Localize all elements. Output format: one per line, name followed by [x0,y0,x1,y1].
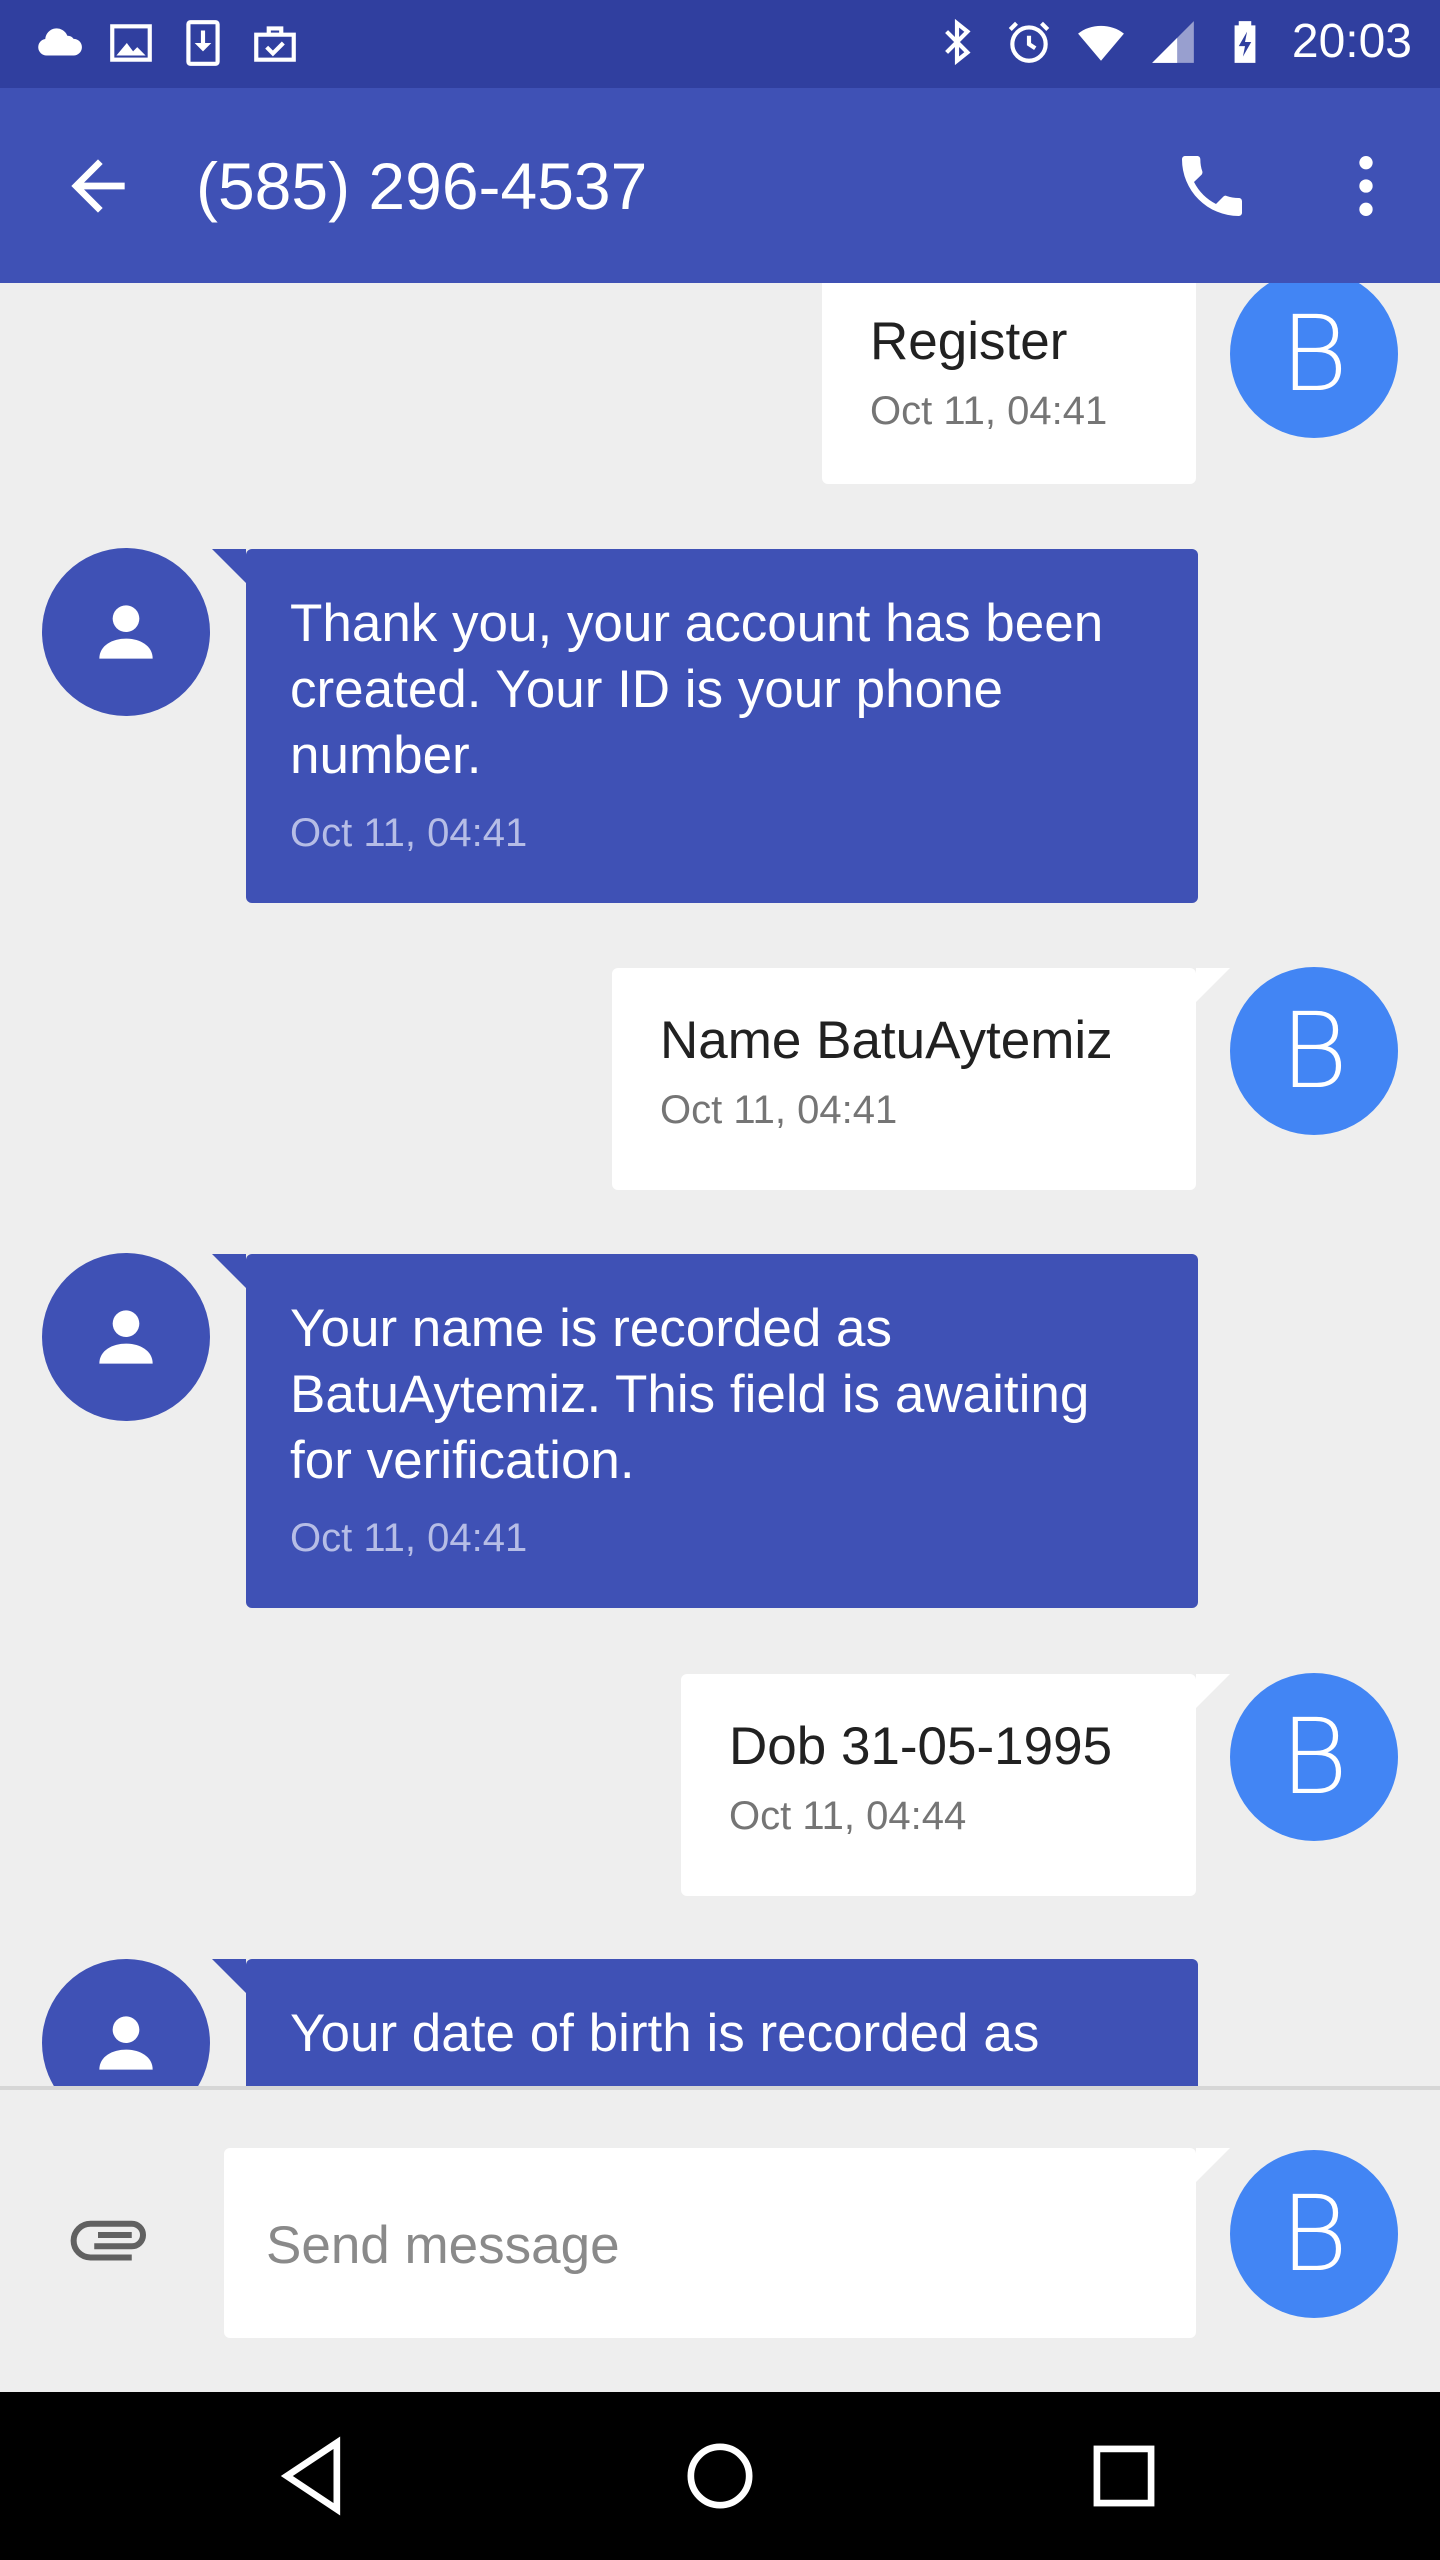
bubble-tail [212,1959,246,1993]
sender-avatar[interactable]: B [1230,2150,1398,2318]
person-icon [99,2016,153,2070]
image-icon [110,24,152,62]
app-bar: (585) 296-4537 [0,88,1440,283]
person-icon [99,1310,153,1364]
status-clock: 20:03 [1291,15,1412,68]
message-text: Your date of birth is recorded as [290,2004,1040,2063]
message-text: Your name is recorded as BatuAytemiz. Th… [290,1299,1090,1490]
bubble-tail [212,549,246,583]
message-time: Oct 11, 04:41 [290,811,528,855]
bubble-tail [1196,1674,1230,1708]
paperclip-icon[interactable] [68,2190,158,2280]
message-text: Name BatuAytemiz [660,1011,1113,1070]
message-time: Oct 11, 04:41 [870,389,1108,433]
message-text: Dob 31-05-1995 [729,1717,1113,1776]
message-time: Oct 11, 04:41 [660,1088,898,1132]
message-bubble[interactable]: Name BatuAytemiz Oct 11, 04:41 [612,968,1196,1190]
avatar[interactable]: B [1230,283,1398,438]
compose-bar: B [0,2086,1440,2392]
message-list[interactable]: Register Oct 11, 04:41 B Thank you, your… [0,283,1440,2086]
wifi-icon [1077,25,1124,61]
avatar[interactable]: B [1230,1673,1398,1841]
briefcase-check-icon [254,26,296,62]
signal-icon [1152,20,1194,63]
contact-avatar[interactable] [42,548,210,716]
nav-bar [0,2392,1440,2560]
download-icon [186,20,220,66]
alarm-icon [1008,21,1050,63]
bubble-tail [1196,968,1230,1002]
cloud-icon [38,28,82,56]
back-arrow-icon[interactable] [58,146,138,226]
battery-charging-icon [1234,20,1256,63]
message-time: Oct 11, 04:41 [290,1516,528,1560]
bubble-tail [212,1254,246,1288]
nav-back-icon[interactable] [266,2426,366,2526]
nav-recents-icon[interactable] [1074,2426,1174,2526]
contact-avatar[interactable] [42,1959,210,2086]
status-bar: 20:03 [0,0,1440,88]
message-time: Oct 11, 04:44 [729,1794,967,1838]
phone-icon[interactable] [1172,146,1252,226]
status-left-icons [34,18,300,68]
message-input-box[interactable] [224,2148,1196,2338]
input-tail [1196,2148,1230,2182]
nav-home-icon[interactable] [670,2426,770,2526]
avatar[interactable]: B [1230,967,1398,1135]
conversation-title: (585) 296-4537 [196,149,648,223]
message-bubble[interactable]: Register Oct 11, 04:41 [822,283,1196,484]
message-bubble[interactable]: Thank you, your account has been created… [246,549,1198,903]
message-input[interactable] [264,2206,1148,2284]
message-bubble[interactable]: Your name is recorded as BatuAytemiz. Th… [246,1254,1198,1608]
more-vert-icon[interactable] [1326,146,1406,226]
bluetooth-icon [944,18,971,65]
status-right-icons: 20:03 [932,14,1412,69]
message-bubble[interactable]: Dob 31-05-1995 Oct 11, 04:44 [681,1674,1196,1896]
contact-avatar[interactable] [42,1253,210,1421]
message-bubble[interactable]: Your date of birth is recorded as [246,1959,1198,2086]
message-text: Thank you, your account has been created… [290,594,1104,785]
person-icon [99,605,153,659]
message-text: Register [870,312,1068,371]
